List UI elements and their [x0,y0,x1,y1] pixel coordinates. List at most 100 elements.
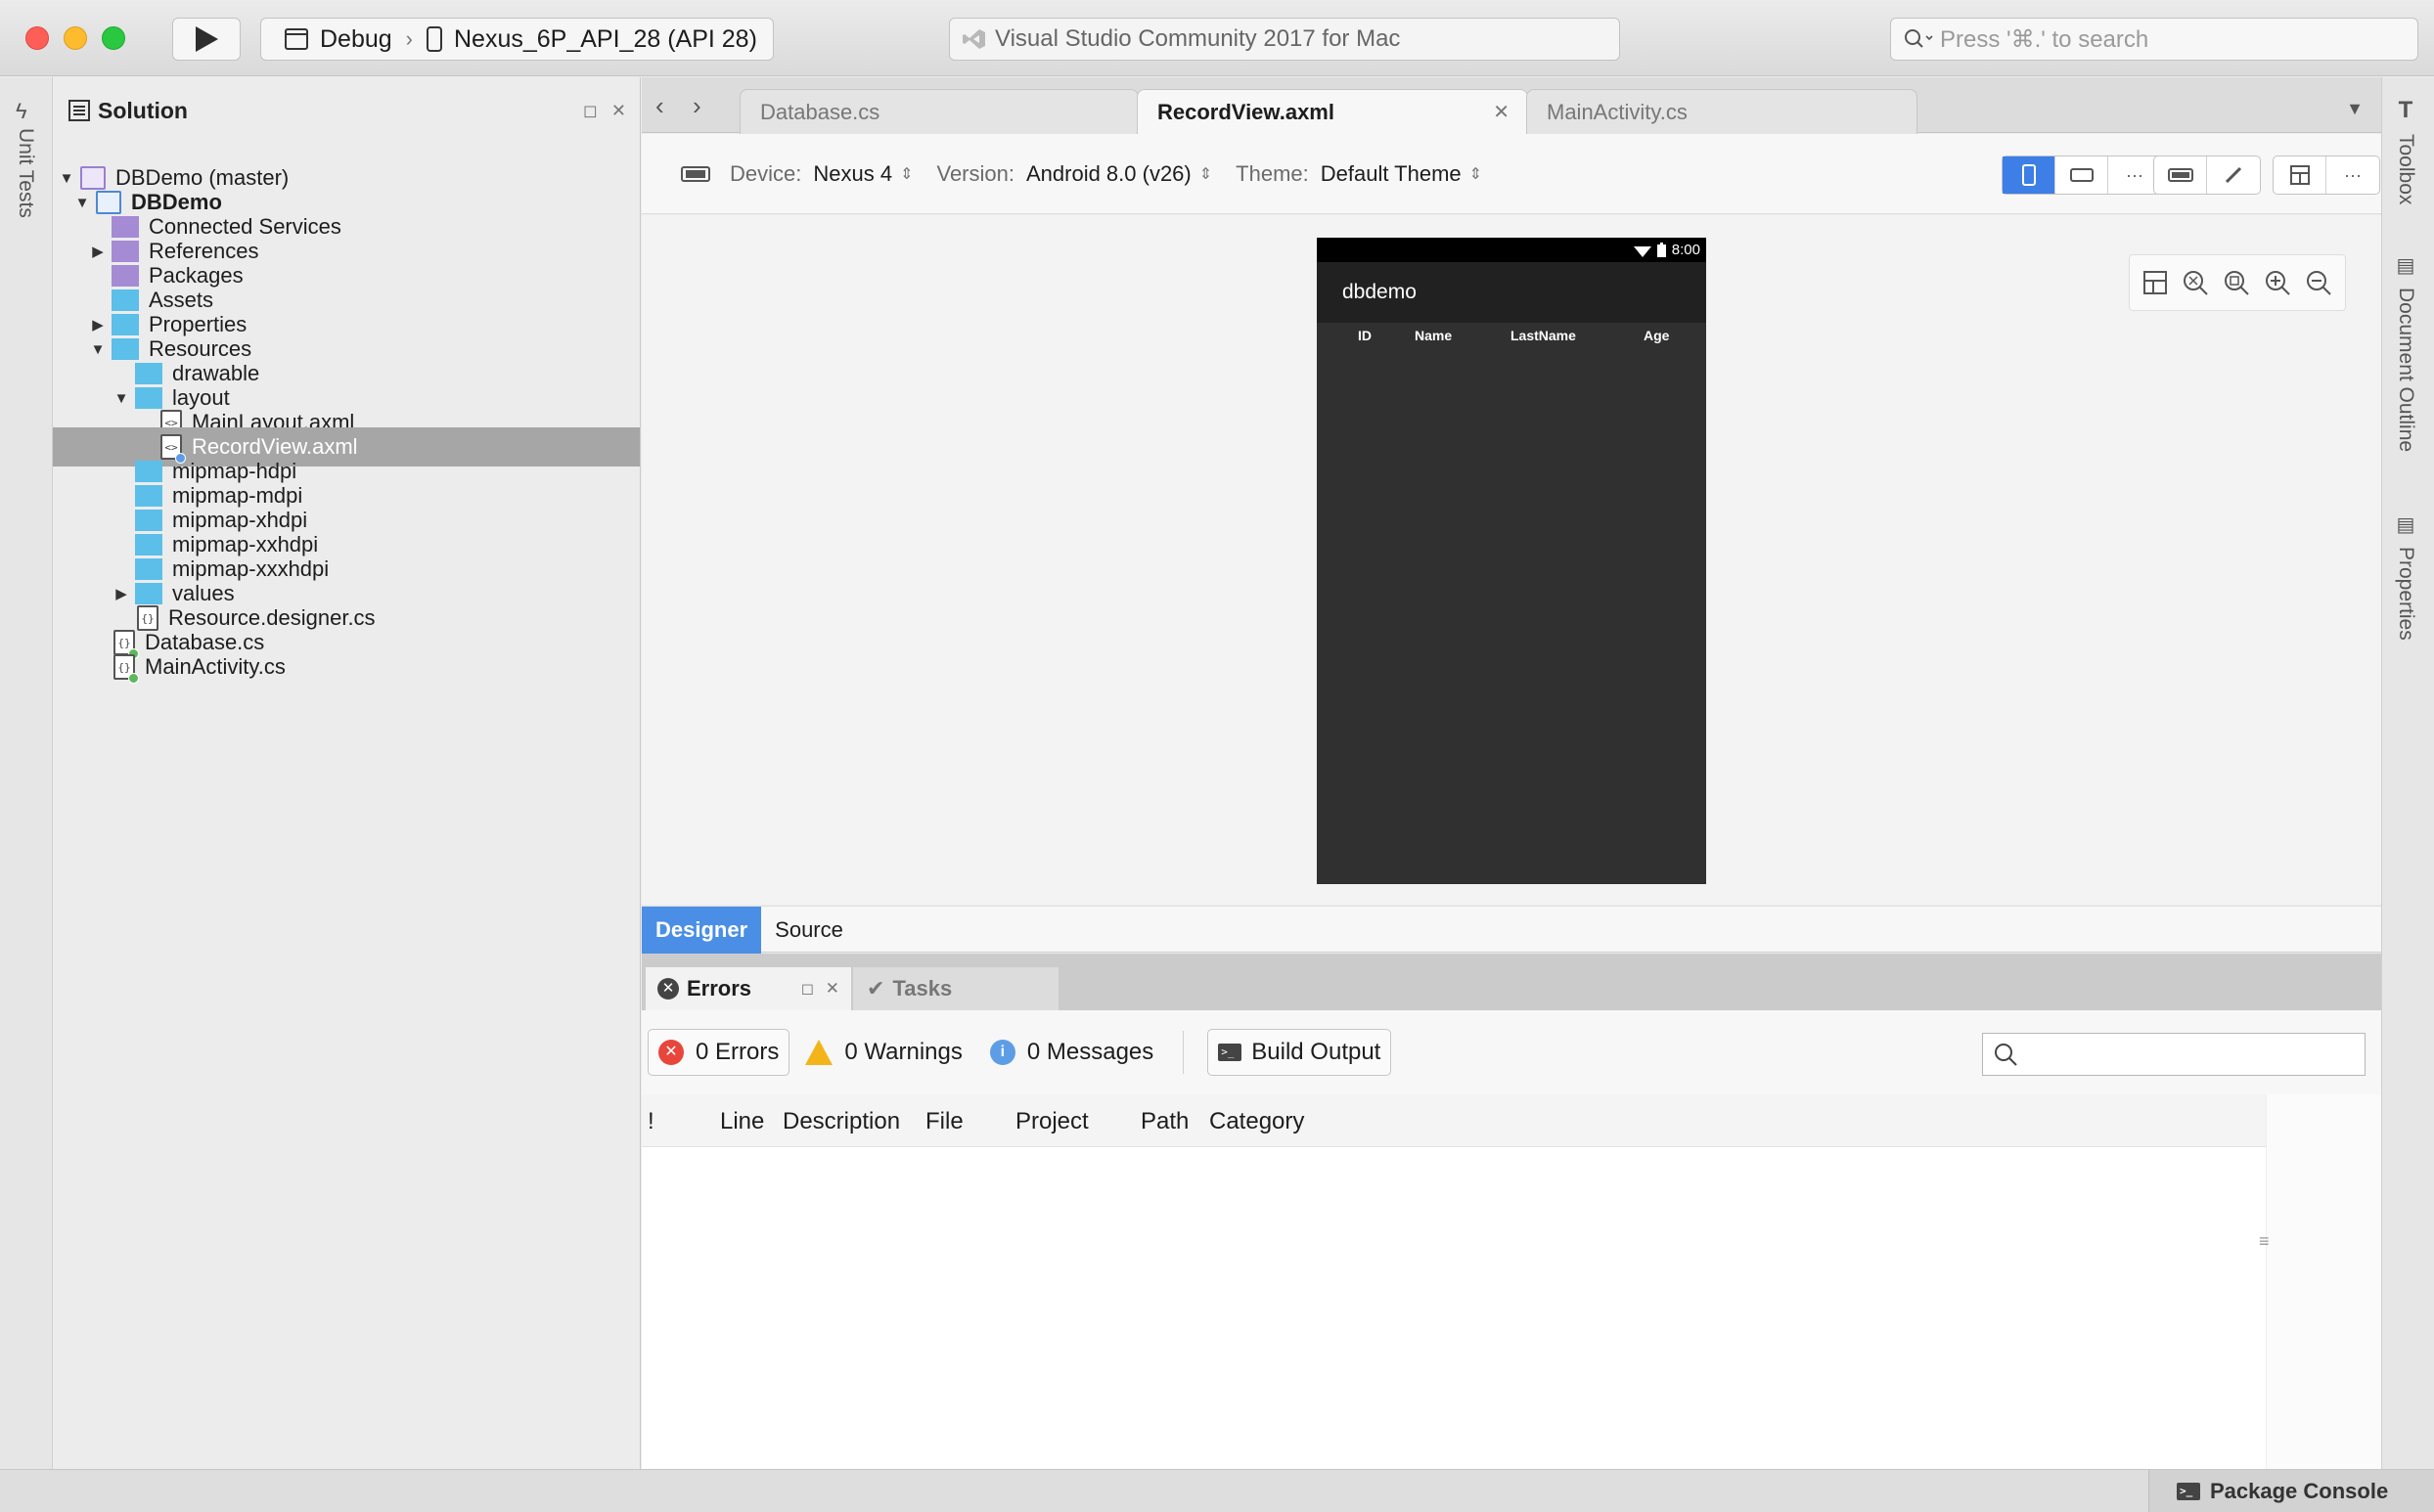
device-label: Nexus_6P_API_28 (API 28) [454,24,757,53]
orientation-segment: ··· [2002,156,2162,195]
phone-status-bar: 8:00 [1317,238,1706,262]
tree-item-label: MainActivity.cs [145,654,286,679]
designer-toolbar: Device: Nexus 4 ⇕ Version: Android 8.0 (… [642,134,2381,214]
right-pad-bar: T Toolbox ▤ Document Outline ▤ Propertie… [2381,77,2434,1469]
outline-icon: ▤ [2396,255,2415,277]
package-console-button[interactable]: >_ Package Console [2148,1470,2434,1512]
solution-header: Solution ◻ ✕ [53,77,640,144]
properties-pad-tab[interactable]: ▤ Properties [2394,512,2417,641]
theme-label: Theme: [1236,160,1309,186]
column-project[interactable]: Project [1015,1108,1089,1135]
run-configuration-selector[interactable]: Debug › Nexus_6P_API_28 (API 28) [260,18,774,61]
terminal-icon: >_ [1218,1044,1242,1061]
layout-segment: ··· [2273,156,2380,195]
more-icon[interactable]: ··· [2326,156,2379,194]
column-file[interactable]: File [925,1108,964,1135]
window-icon [285,28,308,50]
theme-selector[interactable]: Default Theme [1321,161,1462,187]
dock-icon[interactable]: ◻ [583,101,598,121]
column-lastname-label: LastName [1510,328,1576,343]
bottom-pad-tabs: ✕ Errors ◻ ✕ ✔ Tasks [642,954,2381,1010]
updown-icon: ⇕ [1468,165,1483,183]
column-category[interactable]: Category [1209,1108,1304,1135]
warnings-filter-toggle[interactable]: 0 Warnings [805,1039,963,1066]
run-button[interactable] [172,18,241,61]
toolbar-divider [1183,1031,1185,1074]
column-line[interactable]: Line [720,1108,764,1135]
search-icon [1905,29,1933,48]
battery-icon [1656,243,1666,257]
column-id-label: ID [1358,328,1372,343]
play-icon [196,26,218,52]
zoom-window-button[interactable] [102,26,125,50]
package-console-label: Package Console [2210,1479,2389,1503]
properties-label: Properties [2395,547,2417,641]
tab-recordview-axml[interactable]: RecordView.axml ✕ [1137,89,1528,134]
frame-icon[interactable] [2154,156,2207,194]
solution-title: Solution [98,97,188,123]
details-splitter[interactable]: ≡ [2259,1094,2381,1469]
messages-filter-toggle[interactable]: i 0 Messages [989,1039,1154,1066]
drag-handle-icon[interactable]: ≡ [2259,1231,2270,1252]
configuration-label: Debug [320,24,392,53]
tab-tasks[interactable]: ✔ Tasks [853,967,1059,1010]
unit-tests-pad-tab[interactable]: Unit Tests [14,128,37,218]
dock-icon[interactable]: ◻ [801,979,814,999]
phone-time: 8:00 [1671,242,1700,258]
portrait-icon[interactable] [2003,156,2055,194]
column-description[interactable]: Description [783,1108,900,1135]
errors-table-header: ! Line Description File Project Path Cat… [642,1094,2266,1147]
document-outline-label: Document Outline [2395,288,2417,453]
phone-table-header: ID Name LastName Age [1317,323,1706,348]
version-selector[interactable]: Android 8.0 (v26) [1026,161,1192,187]
solution-icon [68,100,90,121]
tab-label: MainActivity.cs [1547,99,1688,124]
tab-errors[interactable]: ✕ Errors ◻ ✕ [646,967,851,1010]
layout-bounds-icon[interactable] [2141,269,2169,296]
landscape-icon[interactable] [2055,156,2108,194]
errors-search-input[interactable] [1982,1033,2366,1076]
minimize-window-button[interactable] [64,26,87,50]
tree-item-mainactivity[interactable]: {} MainActivity.cs [53,647,640,687]
tab-mainactivity-cs[interactable]: MainActivity.cs [1526,89,1917,134]
close-window-button[interactable] [25,26,49,50]
errors-pad: ✕ 0 Errors 0 Warnings i 0 Messages >_ Bu… [642,1010,2381,1469]
column-path[interactable]: Path [1141,1108,1189,1135]
tab-designer[interactable]: Designer [642,907,762,954]
phone-preview[interactable]: 8:00 dbdemo ID Name LastName Age [1317,238,1706,884]
navigate-forward-icon[interactable]: › [693,91,701,121]
build-output-label: Build Output [1251,1039,1381,1065]
build-output-button[interactable]: >_ Build Output [1207,1029,1392,1076]
checkmark-icon: ✔ [867,976,885,1001]
global-search-input[interactable]: Press '⌘.' to search [1890,18,2418,61]
tab-overflow-icon[interactable]: ▼ [2346,99,2364,119]
close-icon[interactable]: ✕ [611,101,626,121]
brush-icon[interactable] [2207,156,2260,194]
layout-grid-icon[interactable] [2274,156,2326,194]
errors-filter-toggle[interactable]: ✕ 0 Errors [648,1029,790,1076]
toolbox-pad-tab[interactable]: T Toolbox [2394,97,2417,204]
close-icon[interactable]: ✕ [1493,100,1510,124]
wifi-icon [1633,245,1651,257]
zoom-fit-icon[interactable] [2181,268,2210,297]
zoom-in-icon[interactable] [2263,268,2292,297]
tab-source[interactable]: Source [761,907,857,954]
search-icon [1995,1044,2017,1066]
device-selector[interactable]: Nexus 4 [813,161,892,187]
design-canvas[interactable]: 8:00 dbdemo ID Name LastName Age [642,215,2381,905]
view-mode-tabs: Designer Source [642,906,2381,954]
phone-icon [427,26,442,52]
tab-database-cs[interactable]: Database.cs [740,89,1139,134]
navigate-back-icon[interactable]: ‹ [655,91,664,121]
warning-icon [805,1040,834,1065]
phone-app-name: dbdemo [1342,281,1417,303]
tab-label: Errors [687,976,752,1001]
zoom-out-icon[interactable] [2304,268,2333,297]
phone-app-bar: dbdemo [1317,262,1706,323]
column-severity[interactable]: ! [648,1108,654,1135]
document-outline-pad-tab[interactable]: ▤ Document Outline [2394,253,2417,452]
zoom-actual-icon[interactable] [2222,268,2251,297]
close-icon[interactable]: ✕ [826,979,839,999]
messages-count: 0 Messages [1026,1039,1154,1065]
app-status-box: Visual Studio Community 2017 for Mac [949,18,1620,61]
